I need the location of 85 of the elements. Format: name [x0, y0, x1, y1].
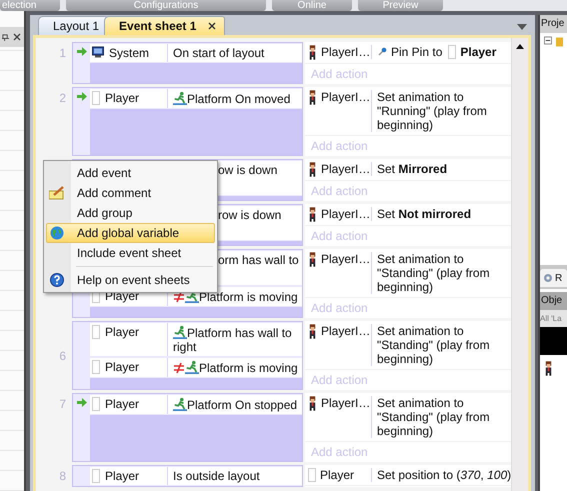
arrow-right-icon: [76, 398, 86, 407]
object-preview: [540, 327, 567, 355]
panel-tab[interactable]: R: [540, 269, 567, 287]
character-sprite-icon: [308, 45, 317, 60]
filter-label: All 'La: [540, 310, 567, 327]
condition-block[interactable]: System On start of layout: [72, 42, 303, 84]
pin-icon: [377, 47, 387, 57]
condition-block[interactable]: Player Platform has wall to right Player Platform is moving: [72, 321, 303, 390]
action-text: Set animation to "Standing" (play from beginning): [377, 252, 491, 294]
panel-header: Proje: [540, 15, 567, 33]
character-sprite-icon: [308, 90, 317, 105]
target-object: Player: [460, 45, 496, 59]
action-text: Set animation to "Standing" (play from beginning): [377, 396, 491, 438]
object-name: PlayerI…: [321, 396, 370, 410]
object-name: Player: [320, 468, 354, 482]
object-name: Player: [105, 469, 140, 483]
character-sprite-icon: [308, 324, 317, 339]
event-number: 1: [59, 46, 66, 60]
event-number: 7: [59, 397, 66, 411]
globe-icon: [50, 226, 64, 240]
blank-object-icon: [92, 360, 100, 374]
close-icon[interactable]: [208, 22, 216, 30]
running-figure-icon: [173, 397, 187, 411]
object-name: Player: [105, 91, 140, 105]
action-text: Set Not mirrored: [377, 207, 472, 221]
object-name: PlayerI…: [321, 324, 370, 338]
blank-object-icon: [92, 469, 100, 483]
action-text: Set Mirrored: [377, 162, 448, 176]
condition-block[interactable]: Player Is outside layout: [72, 465, 303, 487]
character-sprite-icon: [544, 361, 553, 376]
event-number: 2: [59, 91, 66, 105]
arrow-right-icon: [76, 92, 86, 101]
condition-cell: Platform On stopped: [168, 395, 302, 414]
object-name: Player: [105, 325, 140, 339]
action-text: Set position to (370, 100): [377, 468, 511, 482]
collapse-icon[interactable]: [544, 36, 552, 45]
action-text: Pin Pin to: [391, 45, 442, 59]
pin-icon[interactable]: [2, 34, 9, 40]
character-sprite-icon: [308, 396, 317, 411]
gear-icon: [543, 273, 553, 283]
character-sprite-icon: [308, 252, 317, 267]
folder-icon: [556, 36, 563, 48]
event-number: 6: [59, 348, 66, 362]
panel-header: Obje: [540, 292, 567, 310]
condition-cell: Platform has wall to right: [168, 323, 302, 356]
monitor-icon: [92, 46, 104, 58]
object-name: Player: [105, 397, 140, 411]
object-name: PlayerI…: [321, 45, 370, 59]
blank-object-icon: [308, 468, 316, 482]
condition-cell: Platform On moved: [168, 89, 302, 108]
running-figure-icon: [185, 360, 199, 374]
object-name: PlayerI…: [321, 252, 370, 266]
event-number: 8: [59, 469, 66, 483]
blank-object-icon: [92, 91, 100, 105]
condition-block[interactable]: Player Platform On moved: [72, 87, 303, 156]
condition-cell: Platform is moving: [168, 358, 302, 377]
condition-cell: Is outside layout: [168, 467, 302, 485]
dropdown-arrow-icon[interactable]: [517, 24, 527, 30]
arrow-right-icon: [76, 47, 86, 56]
character-sprite-icon: [308, 162, 317, 177]
object-name: PlayerI…: [321, 90, 370, 104]
not-equal-icon: [173, 291, 185, 303]
action-text: Set animation to "Standing" (play from beginning): [377, 324, 491, 366]
document-tab[interactable]: Layout 1: [38, 16, 108, 35]
condition-block[interactable]: Player Platform On stopped: [72, 393, 303, 462]
object-name: PlayerI…: [321, 207, 370, 221]
menu-item[interactable]: Add global variable: [46, 223, 215, 243]
blank-object-icon: [448, 45, 456, 59]
vertical-scrollbar[interactable]: [511, 38, 528, 491]
object-name: Player: [105, 360, 140, 374]
pencil-icon: [49, 186, 65, 200]
document-tab[interactable]: Event sheet 1: [104, 16, 226, 35]
object-name: PlayerI…: [321, 162, 370, 176]
running-figure-icon: [173, 325, 187, 339]
object-name: System: [109, 46, 150, 60]
not-equal-icon: [173, 362, 185, 374]
action-text: Set animation to "Running" (play from beginning): [377, 90, 488, 132]
close-icon[interactable]: [13, 33, 21, 41]
running-figure-icon: [173, 91, 187, 105]
help-icon: [50, 273, 64, 287]
character-sprite-icon: [308, 207, 317, 222]
blank-object-icon: [92, 397, 100, 411]
condition-cell: On start of layout: [168, 44, 302, 62]
blank-object-icon: [92, 325, 100, 339]
scroll-up-icon[interactable]: [516, 44, 524, 49]
